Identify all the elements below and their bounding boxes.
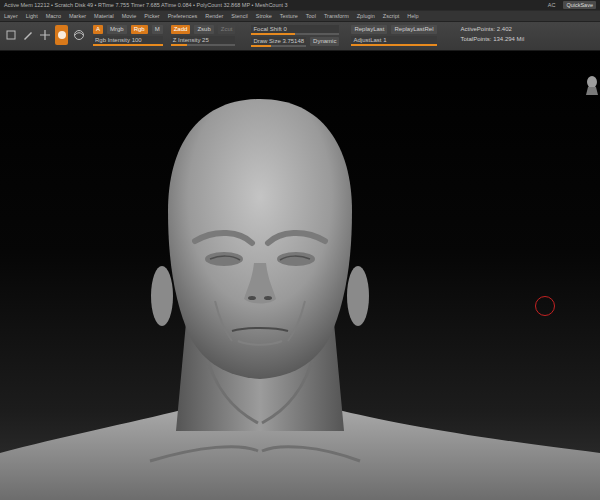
z-intensity-slider-track[interactable] (171, 44, 236, 46)
stats-group: ActivePoints: 2.402 TotalPoints: 134.294 … (461, 25, 525, 43)
draw-size-slider[interactable]: Draw Size 3.75148 (251, 37, 306, 47)
tool-button[interactable] (55, 25, 68, 45)
sculpt-mode-row: ZaddZsub Zcut (171, 25, 236, 34)
sculpt-mode-button[interactable]: Zsub (194, 25, 213, 34)
menu-item[interactable]: Zscript (383, 12, 400, 20)
quicksave-button[interactable]: QuickSave (563, 1, 596, 9)
z-intensity-slider-fill (171, 44, 187, 46)
menu-item[interactable]: Picker (144, 12, 159, 20)
sculpt-mode-button: Zcut (218, 25, 236, 34)
menu-item[interactable]: Movie (122, 12, 137, 20)
rgb-intensity-slider[interactable]: Rgb Intensity 100 (93, 36, 163, 46)
adjust-last-slider-fill (351, 44, 436, 46)
sphere-icon (56, 29, 68, 41)
menu-item[interactable]: Material (94, 12, 114, 20)
status-text: Active Mem 12212 • Scratch Disk 49 • RTi… (4, 1, 288, 9)
rgb-intensity-slider-fill (93, 44, 163, 46)
point-count: ActivePoints: 2.402 (461, 25, 525, 33)
adjust-last-slider-label: AdjustLast 1 (351, 36, 436, 44)
tool-button[interactable] (4, 25, 17, 45)
move-icon (39, 29, 51, 41)
menu-item[interactable]: Help (407, 12, 418, 20)
navigation-thumbnail[interactable] (586, 75, 598, 95)
brush-group: Focal Shift 0 Draw Size 3.75148 Dynamic (251, 25, 339, 47)
channel-row: A Mrgb Rgb M (93, 25, 163, 34)
tool-group (4, 25, 85, 45)
sculpt-model (0, 51, 600, 500)
replay-button[interactable]: ReplayLast (351, 25, 387, 34)
replay-button[interactable]: ReplayLastRel (391, 25, 436, 34)
sculpt-mode-button[interactable]: Zadd (171, 25, 191, 34)
replay-group: ReplayLast ReplayLastRel AdjustLast 1 (351, 25, 436, 46)
rgb-intensity-slider-track[interactable] (93, 44, 163, 46)
menu-item[interactable]: Zplugin (357, 12, 375, 20)
ac-button[interactable]: AC (548, 1, 556, 9)
menu-item[interactable]: Stencil (231, 12, 248, 20)
draw-size-slider-fill (251, 45, 270, 47)
toolbar: A Mrgb Rgb M Rgb Intensity 100 ZaddZsub Zcut Z … (0, 21, 600, 51)
menu-item[interactable]: Marker (69, 12, 86, 20)
viewport[interactable] (0, 51, 600, 500)
rgb-intensity-slider-label: Rgb Intensity 100 (93, 36, 163, 44)
point-count: TotalPoints: 134.294 Mil (461, 35, 525, 43)
rotate-icon (73, 29, 85, 41)
menu-bar: Layer Light Macro Marker Material Movie Picker… (0, 10, 600, 21)
menu-item[interactable]: Macro (46, 12, 61, 20)
edit-icon (5, 29, 17, 41)
channel-button[interactable]: A (93, 25, 103, 34)
dynamic-button[interactable]: Dynamic (310, 37, 339, 46)
channel-group: A Mrgb Rgb M Rgb Intensity 100 (93, 25, 163, 46)
menu-item[interactable]: Transform (324, 12, 349, 20)
draw-size-slider-label: Draw Size 3.75148 (251, 37, 306, 45)
focal-shift-slider-label: Focal Shift 0 (251, 25, 339, 33)
draw-size-row: Draw Size 3.75148 Dynamic (251, 37, 339, 47)
channel-button[interactable]: Rgb (131, 25, 148, 34)
focal-shift-slider-track[interactable] (251, 33, 339, 35)
status-bar: Active Mem 12212 • Scratch Disk 49 • RTi… (0, 0, 600, 10)
menu-item[interactable]: Layer (4, 12, 18, 20)
replay-row: ReplayLast ReplayLastRel (351, 25, 436, 34)
channel-button[interactable]: Mrgb (107, 25, 127, 34)
sculpt-mode-group: ZaddZsub Zcut Z Intensity 25 (171, 25, 236, 46)
draw-icon (22, 29, 34, 41)
channel-button[interactable]: M (152, 25, 163, 34)
menu-item[interactable]: Render (205, 12, 223, 20)
menu-item[interactable]: Tool (306, 12, 316, 20)
tool-button[interactable] (38, 25, 51, 45)
z-intensity-slider[interactable]: Z Intensity 25 (171, 36, 236, 46)
adjust-last-slider[interactable]: AdjustLast 1 (351, 36, 436, 46)
menu-item[interactable]: Preferences (168, 12, 198, 20)
tool-button[interactable] (21, 25, 34, 45)
focal-shift-slider[interactable]: Focal Shift 0 (251, 25, 339, 35)
focal-shift-slider-fill (251, 33, 295, 35)
menu-item[interactable]: Texture (280, 12, 298, 20)
menu-item[interactable]: Stroke (256, 12, 272, 20)
draw-size-slider-track[interactable] (251, 45, 306, 47)
menu-item[interactable]: Light (26, 12, 38, 20)
adjust-last-slider-track[interactable] (351, 44, 436, 46)
z-intensity-slider-label: Z Intensity 25 (171, 36, 236, 44)
brush-cursor (535, 296, 555, 316)
tool-button[interactable] (72, 25, 85, 45)
